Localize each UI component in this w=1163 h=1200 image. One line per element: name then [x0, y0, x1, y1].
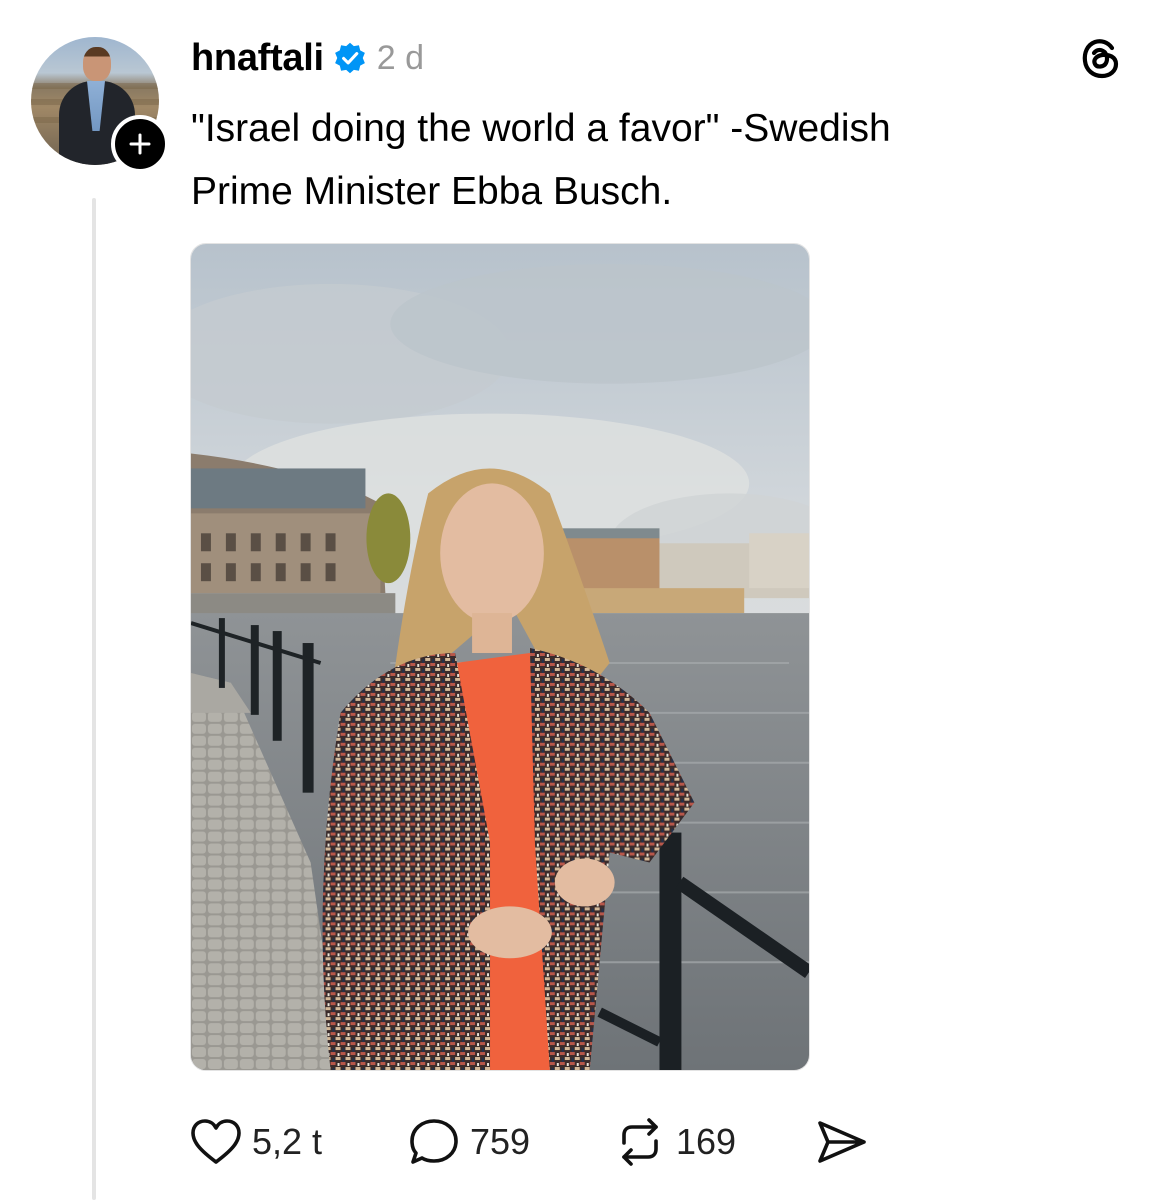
- thread-connector-line: [92, 198, 96, 1200]
- follow-button[interactable]: [111, 115, 169, 173]
- plus-icon: [129, 133, 151, 155]
- repost-icon: [622, 1118, 658, 1166]
- share-button[interactable]: [816, 1112, 868, 1172]
- username[interactable]: hnaftali: [191, 37, 324, 80]
- post-text-line: "Israel doing the world a favor" -Swedis…: [191, 107, 891, 150]
- like-button[interactable]: 5,2 t: [190, 1112, 322, 1172]
- repost-button[interactable]: 169: [614, 1112, 736, 1172]
- post-text: "Israel doing the world a favor" -Swedis…: [191, 97, 1091, 223]
- action-bar: 5,2 t 759 169: [190, 1112, 890, 1172]
- post-photo: [191, 244, 809, 1070]
- heart-icon: [191, 1119, 241, 1164]
- reply-count: 759: [470, 1121, 531, 1162]
- post-image[interactable]: [190, 243, 810, 1071]
- send-icon: [818, 1121, 866, 1163]
- repost-count: 169: [676, 1121, 737, 1162]
- threads-logo-icon[interactable]: [1079, 36, 1123, 80]
- post-header: hnaftali 2 d: [191, 34, 424, 82]
- speech-bubble-icon: [410, 1119, 458, 1164]
- verified-badge-icon: [334, 42, 365, 74]
- author-avatar-container[interactable]: [31, 37, 169, 173]
- post-timestamp: 2 d: [376, 38, 424, 77]
- like-count: 5,2 t: [252, 1121, 323, 1162]
- reply-button[interactable]: 759: [408, 1112, 530, 1172]
- post-text-line: Prime Minister Ebba Busch.: [191, 170, 673, 213]
